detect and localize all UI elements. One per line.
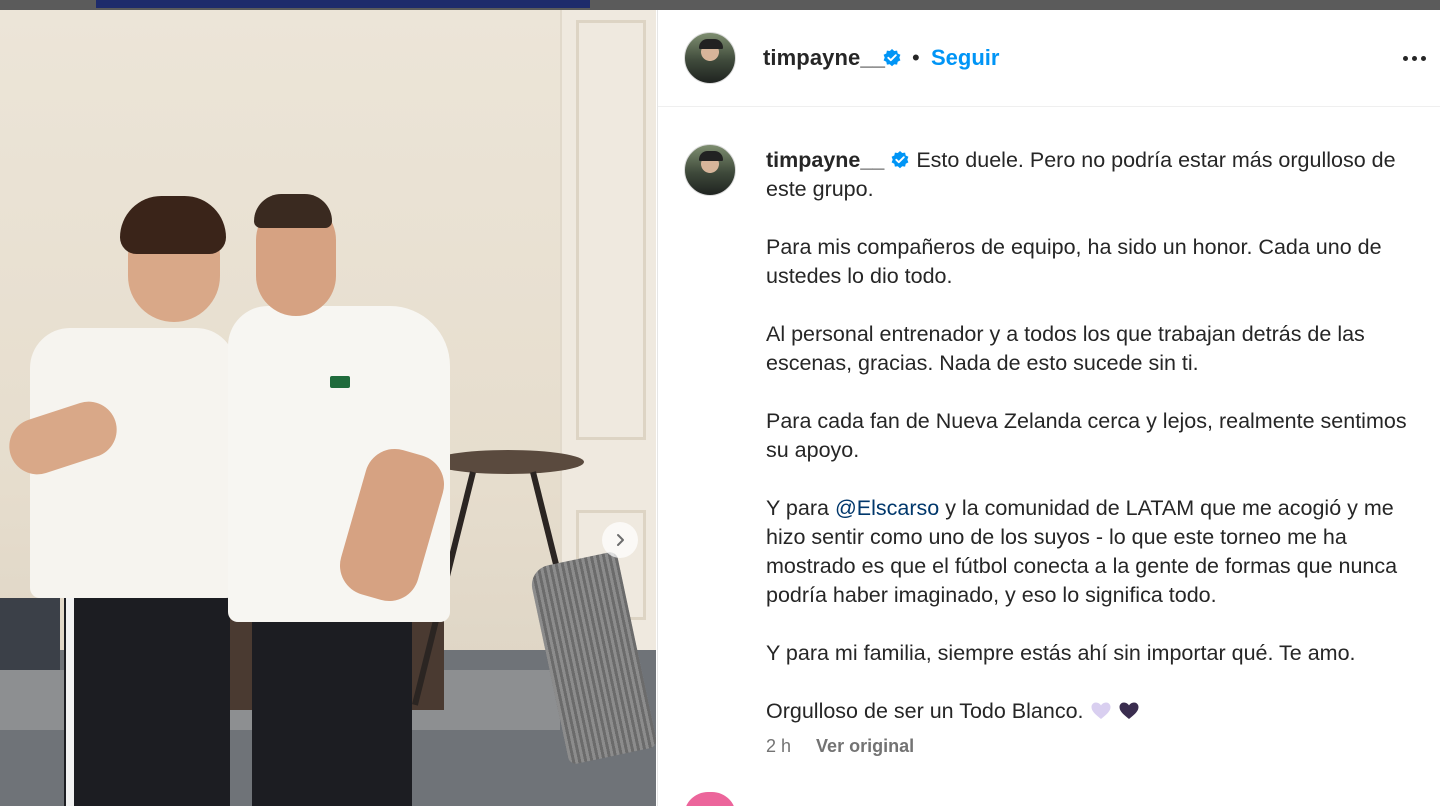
separator-dot: • — [912, 45, 920, 70]
caption-username[interactable]: timpayne__ — [766, 148, 884, 172]
caption-p6: Y para mi familia, siempre estás ahí sin… — [766, 641, 1356, 665]
caption-p7-wrap: Orgulloso de ser un Todo Blanco. — [766, 697, 1426, 726]
carousel-next-button[interactable] — [602, 522, 638, 558]
verified-badge-icon — [891, 151, 909, 169]
post-header: timpayne__ • Seguir — [658, 10, 1440, 107]
person-left-hair — [120, 196, 226, 254]
caption-meta: 2 h Ver original — [766, 736, 914, 757]
avatar-cap — [699, 39, 723, 49]
side-table — [432, 450, 584, 474]
follow-button[interactable]: Seguir — [931, 45, 999, 71]
speaker — [0, 598, 60, 670]
caption-text: timpayne__ Esto duele. Pero no podría es… — [766, 146, 1426, 755]
author-username[interactable]: timpayne__ — [763, 45, 885, 71]
black-heart-icon — [1119, 702, 1139, 719]
wall-frame — [576, 20, 646, 440]
post-photo — [0, 10, 656, 806]
chevron-right-icon — [617, 534, 624, 546]
caption-p5: Y para @Elscarso y la comunidad de LATAM… — [766, 494, 1426, 610]
shirt-logo — [330, 376, 350, 388]
person-left-pants — [64, 590, 230, 806]
top-strip — [0, 0, 1440, 10]
dot — [1403, 55, 1408, 61]
caption-author-avatar[interactable] — [684, 144, 736, 196]
caption-p3: Al personal entrenador y a todos los que… — [766, 322, 1365, 375]
caption-p7: Orgulloso de ser un Todo Blanco. — [766, 699, 1084, 723]
post-sidebar: timpayne__ • Seguir timpayne__ Esto duel… — [657, 10, 1440, 806]
dot — [1412, 55, 1417, 61]
caption-p5-start: Y para — [766, 496, 835, 520]
caption-p2: Para mis compañeros de equipo, ha sido u… — [766, 235, 1382, 288]
mention-link[interactable]: @Elscarso — [835, 496, 939, 520]
white-heart-icon — [1091, 702, 1111, 719]
caption-paragraph: timpayne__ Esto duele. Pero no podría es… — [766, 146, 1426, 204]
person-right-pants — [252, 610, 412, 806]
see-original-button[interactable]: Ver original — [816, 736, 914, 756]
more-options-icon[interactable] — [1403, 50, 1431, 66]
person-right-hair — [254, 194, 332, 228]
top-strip-accent — [96, 0, 590, 8]
avatar-cap — [699, 151, 723, 161]
author-avatar[interactable] — [684, 32, 736, 84]
post-time: 2 h — [766, 736, 792, 756]
caption-comment: timpayne__ Esto duele. Pero no podría es… — [658, 108, 1440, 798]
verified-badge-icon — [883, 49, 901, 67]
pants-stripe — [66, 590, 74, 806]
caption-p4: Para cada fan de Nueva Zelanda cerca y l… — [766, 409, 1407, 462]
dot — [1421, 55, 1426, 61]
